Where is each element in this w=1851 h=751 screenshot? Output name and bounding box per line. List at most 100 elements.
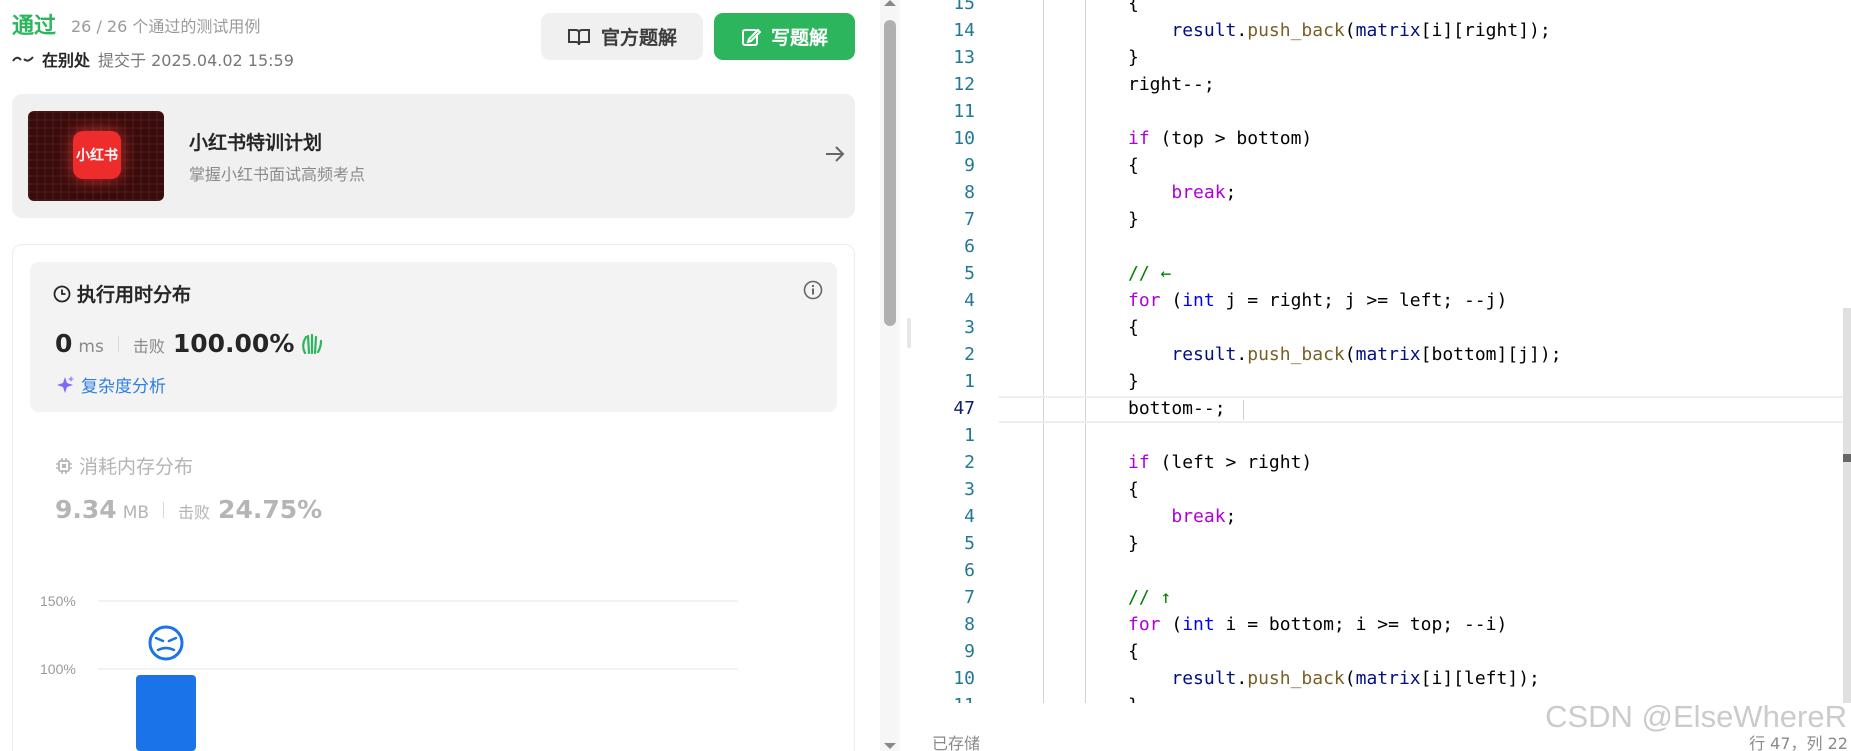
clock-icon xyxy=(53,285,71,302)
code-line[interactable]: 13} xyxy=(915,44,1851,71)
info-icon[interactable] xyxy=(803,280,823,300)
line-number: 9 xyxy=(964,155,975,176)
code-line[interactable]: 10 result.push_back(matrix[i][left]); xyxy=(915,665,1851,692)
divider xyxy=(117,335,119,352)
runtime-beat-label: 击败 xyxy=(132,337,165,356)
runtime-distribution-chart: 150% 100% xyxy=(40,593,738,751)
code-line[interactable]: 5 // ← xyxy=(915,260,1851,287)
code-line[interactable]: 47 bottom--; xyxy=(915,395,1851,422)
line-number: 11 xyxy=(953,101,975,122)
submit-time: 提交于 2025.04.02 15:59 xyxy=(98,51,294,70)
code-text: break; xyxy=(1171,182,1237,203)
line-number: 2 xyxy=(964,452,975,473)
memory-title-label: 消耗内存分布 xyxy=(79,456,194,478)
code-text: { xyxy=(1128,155,1139,176)
complexity-analysis-link[interactable]: 复杂度分析 xyxy=(55,372,166,397)
edit-icon xyxy=(741,28,761,46)
editor-scrollbar[interactable] xyxy=(1843,308,1851,703)
code-line[interactable]: 1} xyxy=(915,368,1851,395)
line-number: 8 xyxy=(964,614,975,635)
left-panel-scroll-thumb[interactable] xyxy=(884,20,896,326)
y-tick-label: 100% xyxy=(40,661,76,677)
divider xyxy=(163,501,165,518)
code-line[interactable]: 15 { xyxy=(915,0,1851,17)
user-avatar-icon[interactable] xyxy=(12,52,34,66)
xiaohongshu-logo: 小红书 xyxy=(73,131,121,179)
code-line[interactable]: 12 right--; xyxy=(915,71,1851,98)
line-number: 2 xyxy=(964,344,975,365)
code-text: result.push_back(matrix[i][left]); xyxy=(1171,668,1540,689)
memory-beat-label: 击败 xyxy=(178,503,211,522)
line-number: 4 xyxy=(964,290,975,311)
code-line[interactable]: 4 for (int j = right; j >= left; --j) xyxy=(915,287,1851,314)
text-cursor xyxy=(1243,400,1244,420)
code-text: if (left > right) xyxy=(1128,452,1313,473)
promo-image: 小红书 xyxy=(28,111,164,201)
test-cases-summary: 26 / 26 个通过的测试用例 xyxy=(71,17,261,36)
code-text: } xyxy=(1128,47,1139,68)
code-text: { xyxy=(1128,0,1139,14)
line-number: 14 xyxy=(953,20,975,41)
line-number: 5 xyxy=(964,533,975,554)
code-line[interactable]: 7 // ↑ xyxy=(915,584,1851,611)
code-line[interactable]: 11 xyxy=(915,98,1851,125)
runtime-beat-value: 100.00% xyxy=(172,329,295,358)
code-line[interactable]: 8 for (int i = bottom; i >= top; --i) xyxy=(915,611,1851,638)
chart-bar[interactable] xyxy=(136,675,196,751)
code-line[interactable]: 4 break; xyxy=(915,503,1851,530)
code-text: // ↑ xyxy=(1128,587,1172,608)
line-number: 1 xyxy=(964,425,975,446)
code-line[interactable]: 5} xyxy=(915,530,1851,557)
code-text: } xyxy=(1128,533,1139,554)
scroll-down-arrow[interactable] xyxy=(884,743,896,749)
code-text: { xyxy=(1128,641,1139,662)
memory-title[interactable]: 消耗内存分布 xyxy=(55,452,193,479)
code-line[interactable]: 1 xyxy=(915,422,1851,449)
runtime-values: 0 ms 击败 100.00% xyxy=(55,329,324,358)
runtime-title-label: 执行用时分布 xyxy=(77,284,192,306)
submission-info: 在别处 提交于 2025.04.02 15:59 xyxy=(12,47,294,71)
app-root: 通过 26 / 26 个通过的测试用例 在别处 提交于 2025.04.02 1… xyxy=(0,0,1851,751)
chip-icon xyxy=(56,457,72,474)
code-line[interactable]: 2 result.push_back(matrix[bottom][j]); xyxy=(915,341,1851,368)
panel-resize-handle[interactable] xyxy=(907,318,911,348)
line-number: 3 xyxy=(964,317,975,338)
code-line[interactable]: 2 if (left > right) xyxy=(915,449,1851,476)
code-text: { xyxy=(1128,317,1139,338)
code-line[interactable]: 10 if (top > bottom) xyxy=(915,125,1851,152)
official-solution-button[interactable]: 官方题解 xyxy=(541,13,703,60)
code-editor[interactable]: 15{14 result.push_back(matrix[i][right])… xyxy=(915,0,1851,703)
code-line[interactable]: 7} xyxy=(915,206,1851,233)
watermark: CSDN @ElseWhereR xyxy=(1545,699,1847,734)
runtime-section[interactable]: 执行用时分布 0 ms 击败 100.00% 复杂度分析 xyxy=(30,262,837,412)
clap-icon xyxy=(302,333,323,354)
memory-unit: MB xyxy=(122,503,150,523)
code-text: for (int i = bottom; i >= top; --i) xyxy=(1128,614,1508,635)
code-line[interactable]: 14 result.push_back(matrix[i][right]); xyxy=(915,17,1851,44)
status-label: 通过 xyxy=(12,14,57,39)
code-text: } xyxy=(1128,371,1139,392)
code-text: result.push_back(matrix[i][right]); xyxy=(1171,20,1551,41)
arrow-right-icon[interactable] xyxy=(824,144,846,164)
code-text: if (top > bottom) xyxy=(1128,128,1313,149)
promo-banner[interactable]: 小红书 小红书特训计划 掌握小红书面试高频考点 xyxy=(12,94,855,218)
code-line[interactable]: 9{ xyxy=(915,152,1851,179)
user-name[interactable]: 在别处 xyxy=(42,47,90,71)
code-text: } xyxy=(1128,209,1139,230)
scroll-up-arrow[interactable] xyxy=(884,0,896,6)
y-tick-label: 150% xyxy=(40,593,76,609)
code-line[interactable]: 3{ xyxy=(915,314,1851,341)
code-line[interactable]: 3{ xyxy=(915,476,1851,503)
code-text: } xyxy=(1128,692,1139,703)
line-number: 6 xyxy=(964,560,975,581)
line-number: 4 xyxy=(964,506,975,527)
code-line[interactable]: 9{ xyxy=(915,638,1851,665)
code-line[interactable]: 8 break; xyxy=(915,179,1851,206)
code-line[interactable]: 6 xyxy=(915,557,1851,584)
write-solution-button[interactable]: 写题解 xyxy=(714,13,855,60)
code-text: result.push_back(matrix[bottom][j]); xyxy=(1171,344,1562,365)
line-number: 47 xyxy=(953,398,975,419)
memory-beat-value: 24.75% xyxy=(218,495,323,524)
line-number: 12 xyxy=(953,74,975,95)
code-line[interactable]: 6 xyxy=(915,233,1851,260)
